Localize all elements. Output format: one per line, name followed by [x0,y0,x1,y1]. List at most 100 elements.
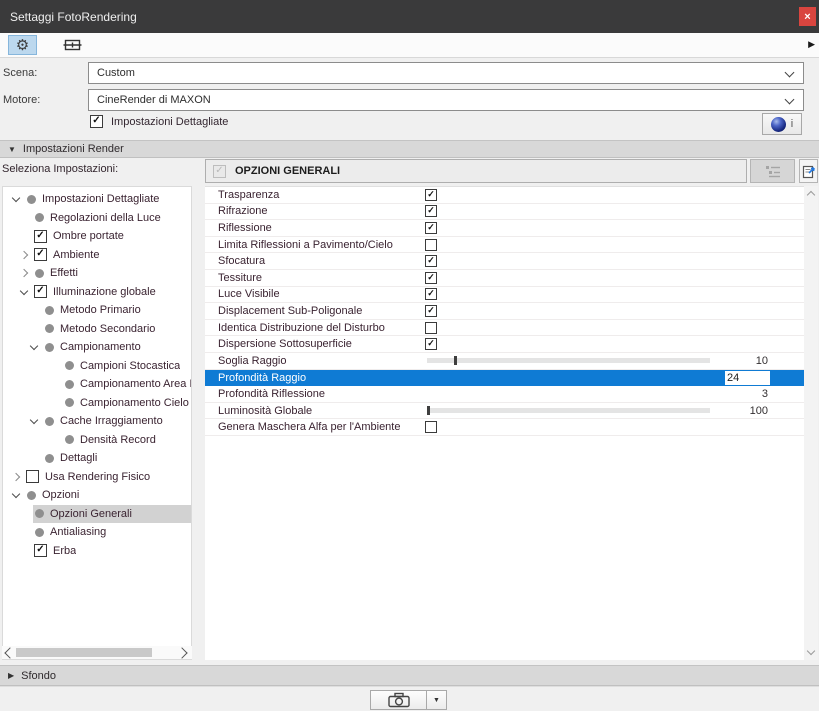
option-row[interactable]: Tessiture [205,270,804,287]
sfondo-section-header[interactable]: ▶ Sfondo [0,665,819,686]
option-row[interactable]: Profondità Riflessione3 [205,386,804,403]
scroll-left-icon[interactable] [4,647,15,658]
scroll-right-icon[interactable] [176,647,187,658]
tree-item-label: Campionamento Area Discr [80,378,191,390]
option-checkbox[interactable] [425,222,437,234]
slider-thumb-icon[interactable] [454,356,457,365]
expander-open-icon[interactable] [27,413,43,429]
tree-horizontal-scrollbar[interactable] [2,646,192,659]
tree-item[interactable]: Impostazioni Dettagliate [3,190,191,209]
slider-thumb-icon[interactable] [427,406,430,415]
tree-item[interactable]: Metodo Primario [3,301,191,320]
tree-item[interactable]: Campioni Stocastica [3,357,191,376]
tree-item-label: Regolazioni della Luce [50,212,161,224]
option-row[interactable]: Limita Riflessioni a Pavimento/Cielo [205,237,804,254]
option-row[interactable]: Soglia Raggio10 [205,353,804,370]
tree-item-checkbox[interactable] [26,470,39,483]
title-bar: Settaggi FotoRendering × [0,0,819,33]
tree-item[interactable]: Regolazioni della Luce [3,209,191,228]
option-checkbox[interactable] [425,255,437,267]
option-row[interactable]: Sfocatura [205,253,804,270]
tree-item-checkbox[interactable] [34,285,47,298]
toolbar-overflow-button[interactable]: ▶ [808,39,815,50]
detailed-settings-checkbox[interactable] [90,115,103,128]
panel-vertical-scrollbar[interactable] [804,186,818,660]
option-checkbox[interactable] [425,205,437,217]
option-checkbox[interactable] [425,421,437,433]
tree-item[interactable]: Ombre portate [3,227,191,246]
engine-info-button[interactable]: i [762,113,802,135]
render-options-dropdown-button[interactable]: ▼ [427,690,447,710]
option-row[interactable]: Dispersione Sottosuperficie [205,336,804,353]
expander-closed-icon[interactable] [17,265,33,281]
scrollbar-thumb[interactable] [16,648,152,657]
option-checkbox[interactable] [425,338,437,350]
layout-tab-button[interactable] [58,35,87,55]
tree-item-body: Effetti [33,264,191,283]
option-checkbox[interactable] [425,239,437,251]
tree-item[interactable]: Erba [3,542,191,561]
tree-item[interactable]: Dettagli [3,449,191,468]
scena-select[interactable]: Custom [88,62,804,84]
option-row[interactable]: Trasparenza [205,187,804,204]
expander-closed-icon[interactable] [17,247,33,263]
scroll-up-icon[interactable] [807,191,815,199]
expander-open-icon[interactable] [27,339,43,355]
option-checkbox[interactable] [425,272,437,284]
tree-item[interactable]: Opzioni Generali [3,505,191,524]
option-checkbox[interactable] [425,322,437,334]
option-row[interactable]: Riflessione [205,220,804,237]
option-row[interactable]: Displacement Sub-Poligonale [205,303,804,320]
expander-closed-icon[interactable] [9,469,25,485]
option-row[interactable]: Luce Visibile [205,287,804,304]
option-checkbox[interactable] [425,189,437,201]
tree-item-body: Cache Irraggiamento [43,412,191,431]
close-button[interactable]: × [799,7,816,26]
tree-item-checkbox[interactable] [34,230,47,243]
bullet-icon [35,528,44,537]
option-checkbox[interactable] [425,305,437,317]
option-row[interactable]: Genera Maschera Alfa per l'Ambiente [205,419,804,436]
option-row[interactable]: Luminosità Globale100 [205,403,804,420]
scroll-down-icon[interactable] [807,647,815,655]
option-row[interactable]: Identica Distribuzione del Disturbo [205,320,804,337]
settings-tab-button[interactable]: ⚙ [8,35,37,55]
open-panel-button[interactable] [799,159,818,183]
option-label: Rifrazione [218,205,268,217]
expander-spacer [27,302,43,318]
tree-item[interactable]: Metodo Secondario [3,320,191,339]
tree-item[interactable]: Antialiasing [3,523,191,542]
tree-item[interactable]: Ambiente [3,246,191,265]
tree-item[interactable]: Campionamento Area Discr [3,375,191,394]
tree-item-body: Ombre portate [33,227,191,246]
render-section-header[interactable]: ▼ Impostazioni Render [0,140,819,158]
expander-open-icon[interactable] [9,487,25,503]
option-checkbox[interactable] [425,288,437,300]
photorendering-settings-window: Settaggi FotoRendering × ⚙ ▶ Scena: Cust… [0,0,819,711]
tree-item-body: Dettagli [43,449,191,468]
tree-item-checkbox[interactable] [34,544,47,557]
tree-item[interactable]: Campionamento [3,338,191,357]
tree-item[interactable]: Cache Irraggiamento [3,412,191,431]
render-button[interactable] [370,690,427,710]
scena-value: Custom [97,67,135,79]
tree-item[interactable]: Illuminazione globale [3,283,191,302]
option-slider[interactable] [427,358,710,363]
tree-item[interactable]: Usa Rendering Fisico [3,468,191,487]
tree-item[interactable]: Effetti [3,264,191,283]
tree-item[interactable]: Opzioni [3,486,191,505]
option-slider[interactable] [427,408,710,413]
expander-open-icon[interactable] [17,284,33,300]
tree-item[interactable]: Densità Record [3,431,191,450]
open-panel-icon [802,164,816,179]
option-value: 3 [723,388,768,400]
option-row[interactable]: Rifrazione [205,204,804,221]
option-value-input[interactable]: 24 [725,371,770,385]
motore-select[interactable]: CineRender di MAXON [88,89,804,111]
bottom-bar: ▼ [0,686,819,711]
option-row[interactable]: Profondità Raggio24 [205,370,804,387]
expander-open-icon[interactable] [9,191,25,207]
tree-list-view-button[interactable] [750,159,795,183]
tree-item-checkbox[interactable] [34,248,47,261]
tree-item[interactable]: Campionamento Cielo Disc [3,394,191,413]
